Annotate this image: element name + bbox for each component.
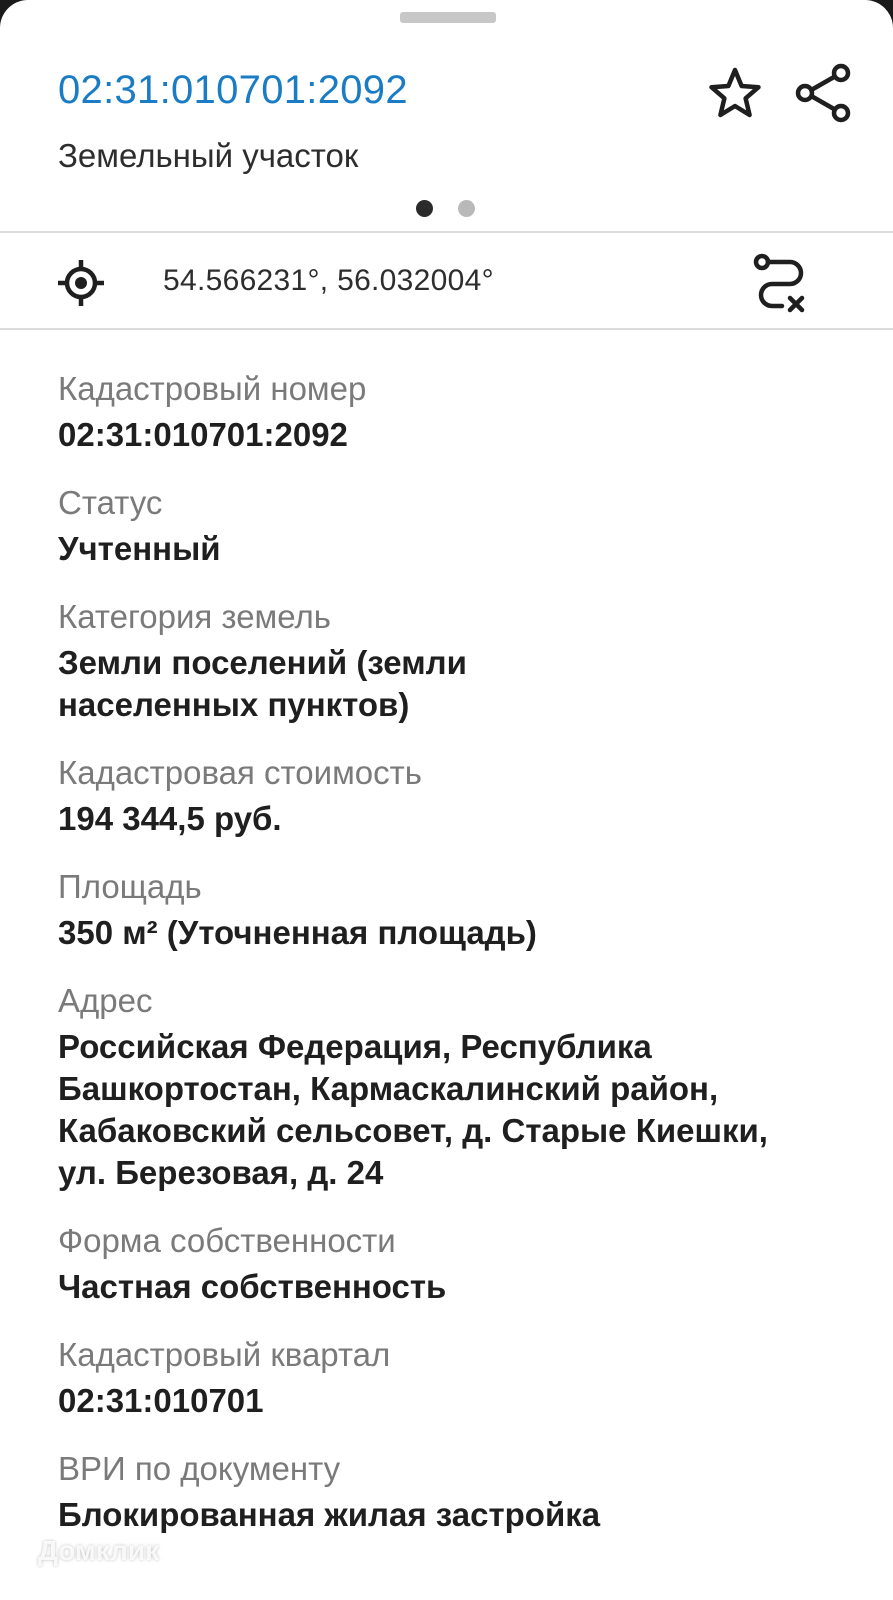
- object-type-subtitle: Земельный участок: [58, 137, 359, 174]
- field-value: Частная собственность: [58, 1268, 447, 1305]
- field-value[interactable]: Российская Федерация, Республика Башкорт…: [58, 1026, 858, 1194]
- field-label: Кадастровый квартал: [58, 1336, 391, 1373]
- field-cadastral-value: Кадастровая стоимость 194 344,5 руб.: [58, 752, 858, 840]
- coordinates-row: 54.566231°, 56.032004°: [0, 233, 893, 334]
- field-land-category: Категория земель Земли поселений (земли …: [58, 596, 858, 726]
- field-label: Площадь: [58, 868, 202, 905]
- route-clear-icon[interactable]: [752, 253, 812, 315]
- page-dot-active[interactable]: [416, 200, 433, 217]
- page-dot-inactive[interactable]: [458, 200, 475, 217]
- field-value: Блокированная жилая застройка: [58, 1496, 601, 1533]
- field-value[interactable]: 02:31:010701: [58, 1380, 858, 1422]
- field-value[interactable]: 02:31:010701:2092: [58, 414, 858, 456]
- share-icon: [795, 63, 851, 123]
- property-fields: Кадастровый номер 02:31:010701:2092 Стат…: [58, 368, 858, 1562]
- favorite-button[interactable]: [707, 66, 763, 122]
- field-label: Адрес: [58, 982, 153, 1019]
- details-sheet: 02:31:010701:2092 Земельный участок 54.5…: [0, 0, 893, 1600]
- share-button[interactable]: [793, 62, 853, 124]
- divider: [0, 328, 893, 330]
- domclick-watermark: Домклик: [38, 1535, 160, 1566]
- field-value: 350 м² (Уточненная площадь): [58, 914, 537, 951]
- field-label: Категория земель: [58, 598, 331, 635]
- star-outline-icon: [709, 67, 761, 118]
- field-value: 194 344,5 руб.: [58, 800, 282, 837]
- field-status: Статус Учтенный: [58, 482, 858, 570]
- field-cadastral-number: Кадастровый номер 02:31:010701:2092: [58, 368, 858, 456]
- field-cadastral-quarter: Кадастровый квартал 02:31:010701: [58, 1334, 858, 1422]
- sheet-drag-handle[interactable]: [400, 12, 496, 23]
- cadastral-number-title[interactable]: 02:31:010701:2092: [58, 68, 408, 113]
- field-address: Адрес Российская Федерация, Республика Б…: [58, 980, 858, 1194]
- field-value: Учтенный: [58, 530, 221, 567]
- field-value: Земли поселений (земли населенных пункто…: [58, 644, 467, 723]
- field-label: Форма собственности: [58, 1222, 396, 1259]
- field-area: Площадь 350 м² (Уточненная площадь): [58, 866, 858, 954]
- field-label: Кадастровая стоимость: [58, 754, 422, 791]
- coordinates-text[interactable]: 54.566231°, 56.032004°: [163, 264, 494, 298]
- field-label: Статус: [58, 484, 163, 521]
- locate-target-icon[interactable]: [56, 258, 106, 308]
- field-label: Кадастровый номер: [58, 370, 367, 407]
- field-ownership-form: Форма собственности Частная собственност…: [58, 1220, 858, 1308]
- field-permitted-use: ВРИ по документу Блокированная жилая зас…: [58, 1448, 858, 1536]
- field-label: ВРИ по документу: [58, 1450, 341, 1487]
